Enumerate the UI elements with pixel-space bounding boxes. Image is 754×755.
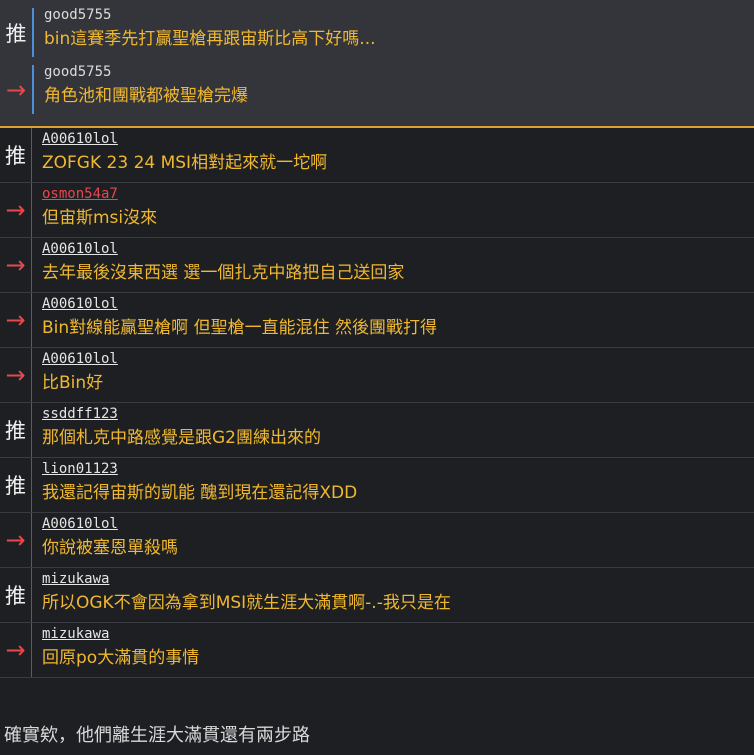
comment-row: → osmon54a7 但宙斯msi沒來 <box>0 183 754 238</box>
comment-body: A00610lol Bin對線能贏聖槍啊 但聖槍一直能混住 然後團戰打得 <box>32 293 437 347</box>
comment-content: 去年最後沒東西選 選一個扎克中路把自己送回家 <box>42 263 405 283</box>
push-tag: 推 <box>0 128 32 182</box>
comment-body: A00610lol ZOFGK 23 24 MSI相對起來就一坨啊 <box>32 128 327 182</box>
comment-author[interactable]: good5755 <box>44 63 248 83</box>
comment-author[interactable]: A00610lol <box>42 130 327 150</box>
footer-text: 確實欸，他們離生涯大滿貫還有兩步路 <box>4 725 310 746</box>
comment-body: mizukawa 回原po大滿貫的事情 <box>32 623 199 677</box>
push-tag: 推 <box>0 458 32 512</box>
comment-row: 推 mizukawa 所以OGK不會因為拿到MSI就生涯大滿貫啊-.-我只是在 <box>0 568 754 623</box>
comment-body: good5755 角色池和團戰都被聖槍完爆 <box>34 61 248 118</box>
comment-author[interactable]: mizukawa <box>42 570 451 590</box>
comment-row: → A00610lol 去年最後沒東西選 選一個扎克中路把自己送回家 <box>0 238 754 293</box>
comment-body: A00610lol 你說被塞恩單殺嗎 <box>32 513 178 567</box>
arrow-tag: → <box>0 293 32 347</box>
arrow-tag: → <box>0 348 32 402</box>
comment-body: osmon54a7 但宙斯msi沒來 <box>32 183 157 237</box>
comment-content: 比Bin好 <box>42 373 104 393</box>
comment-content: bin這賽季先打贏聖槍再跟宙斯比高下好嗎... <box>44 29 376 49</box>
comment-row: → mizukawa 回原po大滿貫的事情 <box>0 623 754 678</box>
comment-content: ZOFGK 23 24 MSI相對起來就一坨啊 <box>42 153 328 173</box>
comment-content: 回原po大滿貫的事情 <box>42 648 200 668</box>
comment-author[interactable]: A00610lol <box>42 295 437 315</box>
comment-author[interactable]: osmon54a7 <box>42 185 157 205</box>
comment-row: → A00610lol 你說被塞恩單殺嗎 <box>0 513 754 568</box>
comment-content: 那個札克中路感覺是跟G2團練出來的 <box>42 428 321 448</box>
comment-content: 我還記得宙斯的凱能 醜到現在還記得XDD <box>42 483 358 503</box>
comment-row: 推 ssddff123 那個札克中路感覺是跟G2團練出來的 <box>0 403 754 458</box>
comment-body: A00610lol 比Bin好 <box>32 348 118 402</box>
comment-content: 角色池和團戰都被聖槍完爆 <box>44 86 248 106</box>
quoted-comment: 推 good5755 bin這賽季先打贏聖槍再跟宙斯比高下好嗎... <box>0 4 754 61</box>
comment-body: A00610lol 去年最後沒東西選 選一個扎克中路把自己送回家 <box>32 238 404 292</box>
comment-list: 推 A00610lol ZOFGK 23 24 MSI相對起來就一坨啊 → os… <box>0 128 754 678</box>
comment-author[interactable]: A00610lol <box>42 240 404 260</box>
push-tag: 推 <box>5 21 27 46</box>
comment-author[interactable]: good5755 <box>44 6 376 26</box>
arrow-tag: → <box>0 183 32 237</box>
comment-author[interactable]: A00610lol <box>42 350 118 370</box>
comment-content: 你說被塞恩單殺嗎 <box>42 538 178 558</box>
comment-content: 所以OGK不會因為拿到MSI就生涯大滿貫啊-.-我只是在 <box>42 593 451 613</box>
arrow-tag: → <box>0 238 32 292</box>
comment-author[interactable]: ssddff123 <box>42 405 321 425</box>
quoted-comments: 推 good5755 bin這賽季先打贏聖槍再跟宙斯比高下好嗎... → goo… <box>0 0 754 126</box>
comment-author[interactable]: lion01123 <box>42 460 357 480</box>
comment-author[interactable]: A00610lol <box>42 515 178 535</box>
comment-row: 推 A00610lol ZOFGK 23 24 MSI相對起來就一坨啊 <box>0 128 754 183</box>
arrow-tag: → <box>5 75 27 104</box>
quoted-comment: → good5755 角色池和團戰都被聖槍完爆 <box>0 61 754 118</box>
comment-author[interactable]: mizukawa <box>42 625 199 645</box>
comment-row: → A00610lol 比Bin好 <box>0 348 754 403</box>
arrow-tag: → <box>0 513 32 567</box>
comment-body: lion01123 我還記得宙斯的凱能 醜到現在還記得XDD <box>32 458 357 512</box>
comment-row: → A00610lol Bin對線能贏聖槍啊 但聖槍一直能混住 然後團戰打得 <box>0 293 754 348</box>
comment-body: good5755 bin這賽季先打贏聖槍再跟宙斯比高下好嗎... <box>34 4 376 61</box>
arrow-tag: → <box>0 623 32 677</box>
comment-body: ssddff123 那個札克中路感覺是跟G2團練出來的 <box>32 403 321 457</box>
comment-body: mizukawa 所以OGK不會因為拿到MSI就生涯大滿貫啊-.-我只是在 <box>32 568 451 622</box>
comment-row: 推 lion01123 我還記得宙斯的凱能 醜到現在還記得XDD <box>0 458 754 513</box>
comment-content: 但宙斯msi沒來 <box>42 208 158 228</box>
push-tag: 推 <box>0 568 32 622</box>
comment-content: Bin對線能贏聖槍啊 但聖槍一直能混住 然後團戰打得 <box>42 318 437 338</box>
push-tag: 推 <box>0 403 32 457</box>
